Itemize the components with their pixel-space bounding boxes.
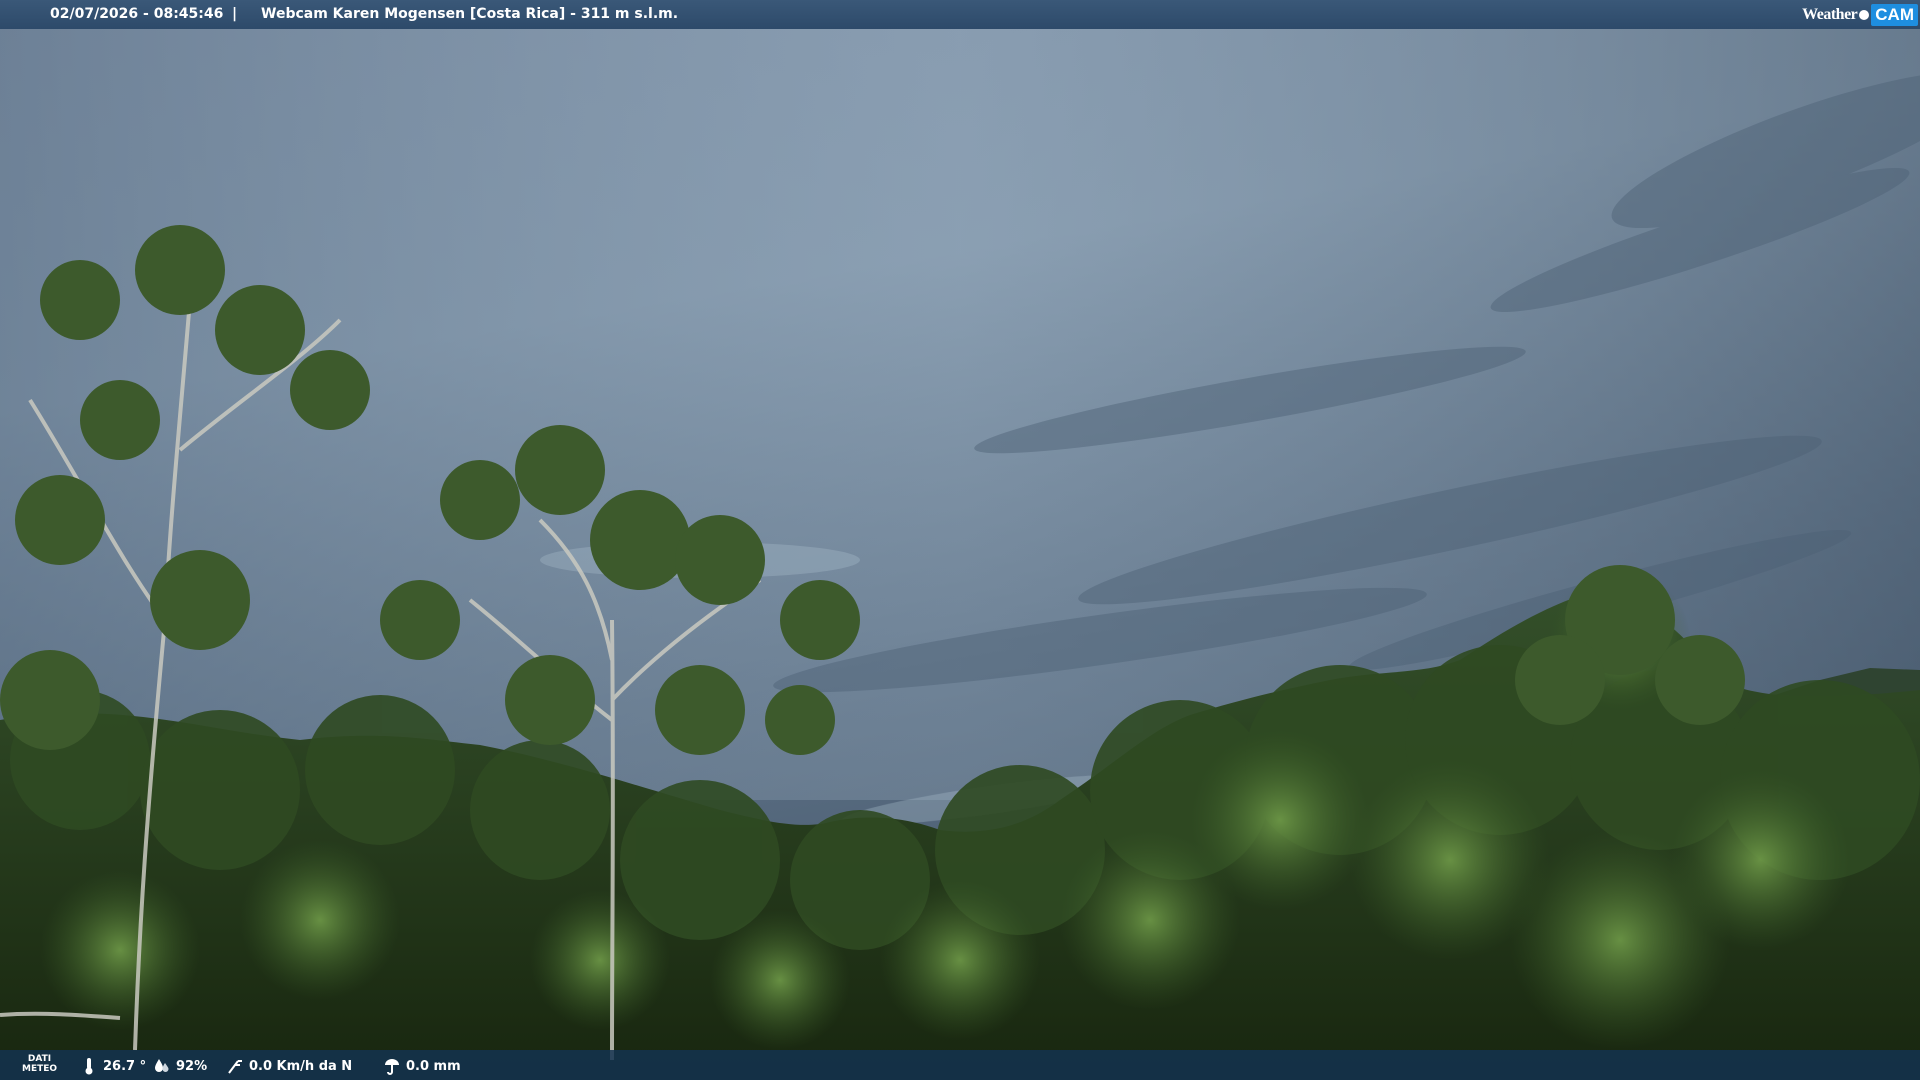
wind-icon [228, 1060, 242, 1074]
logo-weather-text: Weather [1802, 5, 1858, 23]
weather-data-label: DATI METEO [22, 1054, 57, 1074]
weather-label-line1: DATI [27, 1054, 52, 1064]
weather-data-bar: DATI METEO 26.7 ° 92% 0.0 Km/h da N 0.0 … [0, 1050, 1920, 1080]
webcam-title: Webcam Karen Mogensen [Costa Rica] - 311… [261, 6, 679, 22]
logo-dot-icon [1859, 9, 1870, 20]
humidity-value: 92% [176, 1058, 208, 1074]
humidity-icon [155, 1059, 169, 1072]
webcam-header-bar: 02/07/2026 - 08:45:46 | Webcam Karen Mog… [0, 0, 1920, 29]
timestamp: 02/07/2026 - 08:45:46 [50, 6, 224, 22]
weathercam-logo[interactable]: Weather CAM [1802, 1, 1918, 28]
thermometer-icon [85, 1058, 93, 1075]
weather-label-line2: METEO [22, 1064, 58, 1074]
rain-value: 0.0 mm [406, 1058, 461, 1074]
header-separator: | [232, 6, 238, 22]
rain-reading: 0.0 mm [383, 1057, 461, 1075]
logo-cam-text: CAM [1871, 3, 1918, 26]
wind-value: 0.0 Km/h da N [249, 1058, 353, 1074]
temperature-value: 26.7 ° [103, 1058, 147, 1074]
webcam-image [0, 0, 1920, 1080]
humidity-reading: 92% [153, 1057, 207, 1075]
wind-reading: 0.0 Km/h da N [226, 1057, 352, 1075]
rain-icon [385, 1059, 399, 1075]
temperature-reading: 26.7 ° [80, 1057, 146, 1075]
